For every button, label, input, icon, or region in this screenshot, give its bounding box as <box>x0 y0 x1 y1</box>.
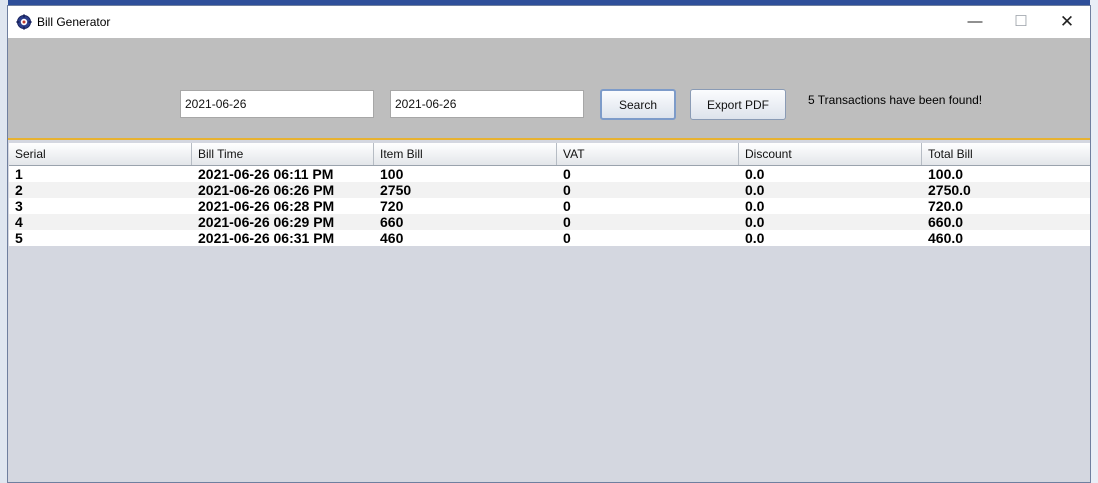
cell-total-bill: 2750.0 <box>928 182 971 198</box>
cell-vat: 0 <box>563 182 571 198</box>
cell-total-bill: 460.0 <box>928 230 964 246</box>
column-header-vat[interactable]: VAT <box>557 143 739 165</box>
cell-total-bill: 720.0 <box>928 198 964 214</box>
cell-item-bill: 100 <box>380 166 404 182</box>
bill-generator-window: Bill Generator — ☐ ✕ Search Export PDF 5… <box>7 5 1091 483</box>
cell-serial: 1 <box>15 166 23 182</box>
cell-item-bill: 660 <box>380 214 404 230</box>
cell-bill-time: 2021-06-26 06:28 PM <box>198 198 335 214</box>
search-button[interactable]: Search <box>600 89 676 120</box>
minimize-button[interactable]: — <box>952 6 998 38</box>
cell-vat: 0 <box>563 198 571 214</box>
from-date-field[interactable] <box>180 90 374 118</box>
title-bar[interactable]: Bill Generator — ☐ ✕ <box>8 6 1090 38</box>
cell-discount: 0.0 <box>745 214 765 230</box>
cell-item-bill: 460 <box>380 230 404 246</box>
window-title: Bill Generator <box>37 15 111 29</box>
export-pdf-button[interactable]: Export PDF <box>690 89 786 120</box>
to-date-field[interactable] <box>390 90 584 118</box>
cell-vat: 0 <box>563 214 571 230</box>
cell-bill-time: 2021-06-26 06:26 PM <box>198 182 335 198</box>
cell-bill-time: 2021-06-26 06:29 PM <box>198 214 335 230</box>
cell-discount: 0.0 <box>745 230 765 246</box>
table-body: 1 2021-06-26 06:11 PM 100 0 0.0 100.0 2 … <box>9 166 1090 246</box>
gear-app-icon <box>16 14 32 30</box>
cell-bill-time: 2021-06-26 06:11 PM <box>198 166 334 182</box>
cell-discount: 0.0 <box>745 166 765 182</box>
cell-serial: 5 <box>15 230 23 246</box>
table-row[interactable]: 3 2021-06-26 06:28 PM 720 0 0.0 720.0 <box>9 198 1090 214</box>
cell-serial: 4 <box>15 214 23 230</box>
cell-serial: 2 <box>15 182 23 198</box>
cell-total-bill: 660.0 <box>928 214 964 230</box>
search-toolbar: Search Export PDF 5 Transactions have be… <box>8 38 1090 138</box>
close-button[interactable]: ✕ <box>1044 6 1090 38</box>
cell-bill-time: 2021-06-26 06:31 PM <box>198 230 335 246</box>
cell-total-bill: 100.0 <box>928 166 964 182</box>
desktop-background-right <box>1090 0 1098 483</box>
status-message: 5 Transactions have been found! <box>808 93 983 107</box>
column-header-discount[interactable]: Discount <box>739 143 922 165</box>
column-header-total-bill[interactable]: Total Bill <box>922 143 1090 165</box>
table-row[interactable]: 1 2021-06-26 06:11 PM 100 0 0.0 100.0 <box>9 166 1090 182</box>
table-row[interactable]: 5 2021-06-26 06:31 PM 460 0 0.0 460.0 <box>9 230 1090 246</box>
table-header: Serial Bill Time Item Bill VAT Discount … <box>9 143 1090 166</box>
transactions-table: Serial Bill Time Item Bill VAT Discount … <box>8 138 1090 482</box>
cell-item-bill: 2750 <box>380 182 412 198</box>
cell-vat: 0 <box>563 166 571 182</box>
cell-item-bill: 720 <box>380 198 404 214</box>
cell-discount: 0.0 <box>745 182 765 198</box>
cell-serial: 3 <box>15 198 23 214</box>
table-row[interactable]: 2 2021-06-26 06:26 PM 2750 0 0.0 2750.0 <box>9 182 1090 198</box>
column-header-item-bill[interactable]: Item Bill <box>374 143 557 165</box>
table-row[interactable]: 4 2021-06-26 06:29 PM 660 0 0.0 660.0 <box>9 214 1090 230</box>
cell-vat: 0 <box>563 230 571 246</box>
column-header-bill-time[interactable]: Bill Time <box>192 143 374 165</box>
column-header-serial[interactable]: Serial <box>9 143 192 165</box>
cell-discount: 0.0 <box>745 198 765 214</box>
maximize-button[interactable]: ☐ <box>998 6 1044 38</box>
